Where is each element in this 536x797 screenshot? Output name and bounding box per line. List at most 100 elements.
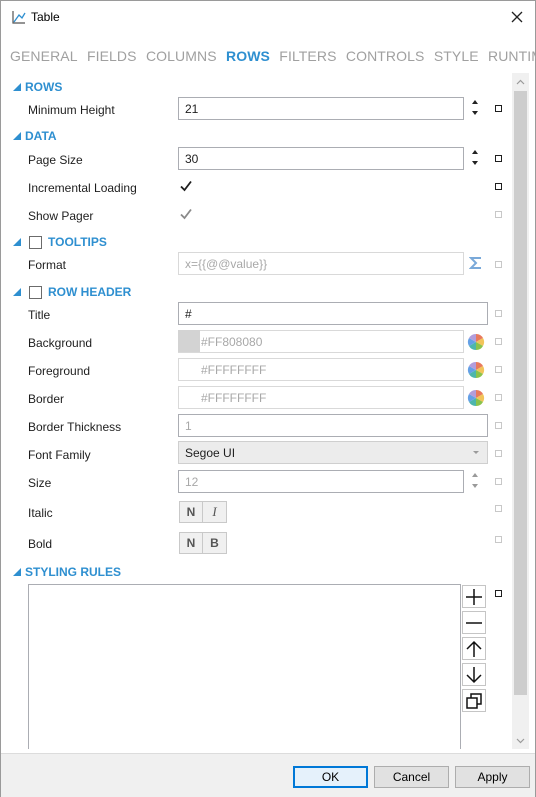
collapse-triangle-icon [13, 132, 21, 140]
size-label: Size [28, 476, 52, 490]
scroll-thumb[interactable] [514, 91, 527, 695]
background-color-swatch[interactable] [178, 330, 200, 352]
add-rule-button[interactable] [462, 585, 486, 608]
move-rule-down-button[interactable] [462, 663, 486, 686]
property-marker[interactable] [495, 105, 502, 112]
font-family-select[interactable]: Segoe UI [178, 441, 488, 464]
copy-icon [466, 692, 482, 709]
font-family-label: Font Family [28, 448, 91, 462]
tab-rows[interactable]: ROWS [226, 48, 270, 64]
section-rows-title: ROWS [25, 80, 63, 94]
property-marker[interactable] [495, 310, 502, 317]
tab-style[interactable]: STYLE [434, 48, 479, 64]
plus-icon [466, 588, 482, 605]
property-marker[interactable] [495, 450, 502, 457]
italic-normal-button[interactable]: N [179, 501, 203, 523]
background-input[interactable]: #FF808080 [178, 330, 464, 353]
italic-on-button[interactable]: I [203, 501, 227, 523]
bold-on-button[interactable]: B [203, 532, 227, 554]
properties-panel: ROWS Minimum Height 21 DATA Page Size 30… [1, 73, 513, 749]
property-marker[interactable] [495, 478, 502, 485]
vertical-scrollbar[interactable] [512, 73, 529, 749]
page-size-label: Page Size [28, 153, 83, 167]
border-thickness-label: Border Thickness [28, 420, 122, 434]
foreground-label: Foreground [28, 364, 91, 378]
section-row-header-header[interactable]: ROW HEADER [13, 283, 131, 301]
title-bar: Table [1, 1, 535, 33]
property-marker[interactable] [495, 590, 502, 597]
close-icon[interactable] [507, 7, 527, 27]
size-input[interactable]: 12 [178, 470, 464, 493]
chevron-up-icon [516, 79, 525, 84]
tab-general[interactable]: GENERAL [10, 48, 78, 64]
tab-controls[interactable]: CONTROLS [346, 48, 425, 64]
italic-toggle-group: N I [179, 501, 227, 523]
arrow-up-icon [466, 640, 482, 657]
size-spinner[interactable] [470, 470, 480, 492]
tab-fields[interactable]: FIELDS [87, 48, 137, 64]
property-marker[interactable] [495, 505, 502, 512]
property-marker[interactable] [495, 338, 502, 345]
title-input[interactable]: # [178, 302, 488, 325]
tab-filters[interactable]: FILTERS [279, 48, 336, 64]
property-marker[interactable] [495, 155, 502, 162]
minimum-height-label: Minimum Height [28, 103, 115, 117]
property-marker[interactable] [495, 422, 502, 429]
tab-runtime[interactable]: RUNTIME [488, 48, 536, 64]
duplicate-rule-button[interactable] [462, 689, 486, 712]
page-size-input[interactable]: 30 [178, 147, 464, 170]
tooltips-enable-checkbox[interactable] [29, 235, 42, 249]
tab-columns[interactable]: COLUMNS [146, 48, 217, 64]
section-data-header[interactable]: DATA [13, 127, 57, 145]
incremental-loading-checkbox[interactable] [179, 179, 193, 193]
sigma-icon[interactable] [469, 256, 483, 270]
show-pager-checkbox[interactable] [179, 207, 193, 221]
remove-rule-button[interactable] [462, 611, 486, 634]
move-rule-up-button[interactable] [462, 637, 486, 660]
apply-button[interactable]: Apply [455, 766, 530, 788]
foreground-input[interactable]: #FFFFFFFF [178, 358, 464, 381]
border-label: Border [28, 392, 65, 406]
property-marker[interactable] [495, 394, 502, 401]
section-styling-rules-title: STYLING RULES [25, 565, 122, 579]
background-label: Background [28, 336, 93, 350]
property-marker[interactable] [495, 183, 502, 190]
property-marker[interactable] [495, 536, 502, 543]
border-thickness-input[interactable]: 1 [178, 414, 488, 437]
styling-rules-list[interactable] [28, 584, 461, 749]
minus-icon [466, 621, 482, 624]
color-palette-icon[interactable] [467, 361, 485, 379]
bold-normal-button[interactable]: N [179, 532, 203, 554]
italic-label: Italic [28, 506, 53, 520]
dialog-footer: OK Cancel Apply [1, 753, 535, 797]
format-label: Format [28, 258, 67, 272]
section-rows-header[interactable]: ROWS [13, 78, 62, 96]
tab-strip: GENERAL FIELDS COLUMNS ROWS FILTERS CONT… [10, 48, 536, 68]
property-marker[interactable] [495, 366, 502, 373]
page-size-spinner[interactable] [470, 147, 480, 169]
ok-button[interactable]: OK [293, 766, 368, 788]
collapse-triangle-icon [13, 568, 21, 576]
collapse-triangle-icon [13, 238, 21, 246]
chevron-down-icon [516, 738, 525, 743]
section-tooltips-title: TOOLTIPS [48, 235, 107, 249]
table-app-icon [12, 11, 26, 24]
property-marker[interactable] [495, 211, 502, 218]
incremental-loading-label: Incremental Loading [28, 181, 137, 195]
row-header-enable-checkbox[interactable] [29, 285, 42, 299]
minimum-height-spinner[interactable] [470, 97, 480, 119]
format-input[interactable]: x={{@@value}} [178, 252, 464, 275]
minimum-height-input[interactable]: 21 [178, 97, 464, 120]
cancel-button[interactable]: Cancel [374, 766, 449, 788]
section-styling-rules-header[interactable]: STYLING RULES [13, 563, 121, 581]
border-input[interactable]: #FFFFFFFF [178, 386, 464, 409]
chevron-down-icon [473, 451, 479, 454]
scroll-up-button[interactable] [512, 73, 529, 90]
scroll-down-button[interactable] [512, 732, 529, 749]
property-marker[interactable] [495, 261, 502, 268]
show-pager-label: Show Pager [28, 209, 94, 223]
color-palette-icon[interactable] [467, 333, 485, 351]
color-palette-icon[interactable] [467, 389, 485, 407]
section-tooltips-header[interactable]: TOOLTIPS [13, 233, 107, 251]
collapse-triangle-icon [13, 83, 21, 91]
